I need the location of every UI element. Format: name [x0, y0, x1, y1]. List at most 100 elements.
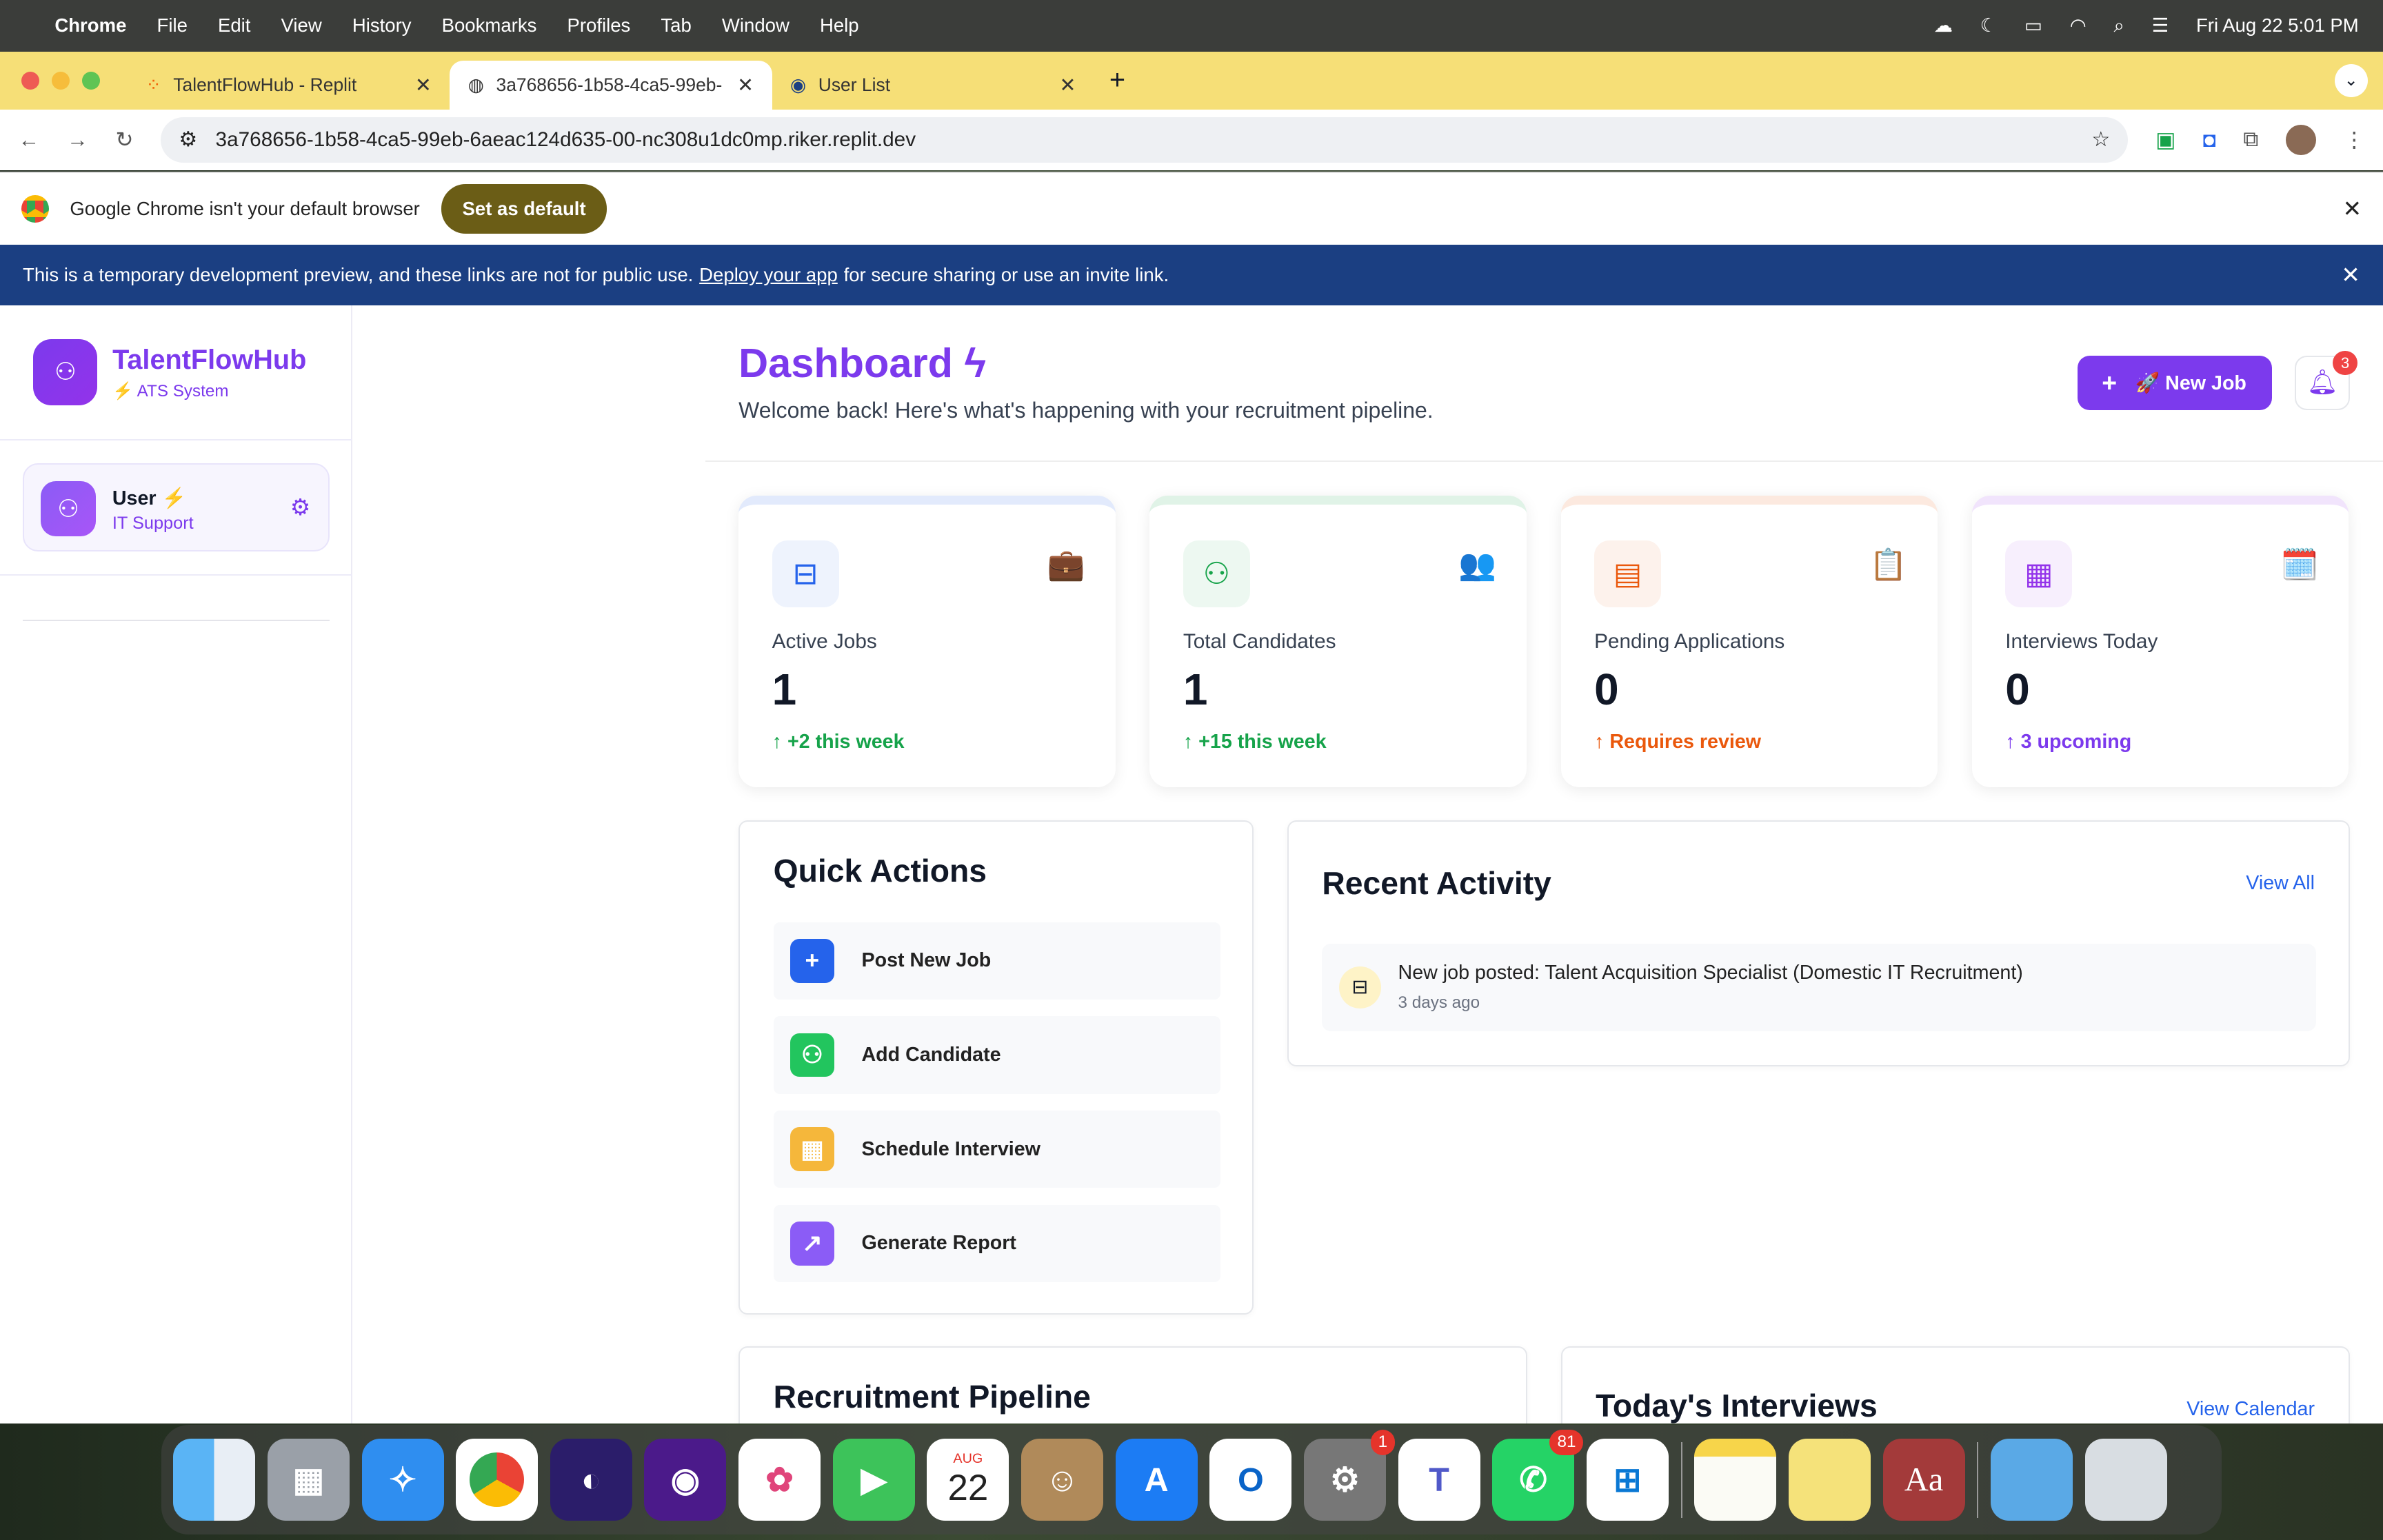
system-settings-icon[interactable]: ⚙ 1 — [1303, 1430, 1396, 1521]
maximize-window-button[interactable] — [81, 71, 101, 90]
stat-card: ▦ 🗓️ Interviews Today 0 ↑ 3 upcoming — [1971, 495, 2349, 787]
chrome-menu-icon[interactable]: ⋮ — [2344, 128, 2365, 152]
settings-gear-icon[interactable]: ⚙ — [290, 494, 311, 521]
control-center-icon[interactable]: ☰ — [2152, 14, 2169, 37]
menu-help[interactable]: Help — [820, 14, 859, 37]
set-default-button[interactable]: Set as default — [441, 184, 607, 234]
notifications-button[interactable]: 🔔︎ 3 — [2295, 350, 2357, 411]
stat-value: 1 — [772, 664, 797, 714]
close-window-button[interactable] — [21, 71, 40, 90]
plus-icon: + — [790, 938, 834, 983]
dictionary-icon[interactable]: Aa — [1882, 1439, 1965, 1521]
brand-name: TalentFlowHub — [112, 345, 307, 376]
site-settings-icon[interactable]: ⚙ — [179, 128, 197, 152]
tab-search-button[interactable]: ⌄ — [2334, 63, 2368, 98]
menu-history[interactable]: History — [352, 14, 412, 37]
quick-action-schedule-interview[interactable]: ▦ Schedule Interview — [773, 1110, 1220, 1188]
firefox-icon[interactable]: ◐ — [550, 1439, 632, 1521]
tab-replit[interactable]: ⁘ TalentFlowHub - Replit ✕ — [128, 61, 450, 110]
new-job-button[interactable]: + 🚀 New Job — [2077, 355, 2273, 411]
menu-bookmarks[interactable]: Bookmarks — [442, 14, 537, 37]
finder-icon[interactable] — [173, 1439, 256, 1521]
stat-emoji-icon: 👥 — [1458, 548, 1496, 582]
menu-view[interactable]: View — [281, 14, 322, 37]
stat-card: ⊟ 💼 Active Jobs 1 ↑ +2 this week — [738, 495, 1116, 787]
battery-icon[interactable]: ▭ — [2024, 14, 2042, 37]
menu-tab[interactable]: Tab — [661, 14, 691, 37]
quick-action-post-new-job[interactable]: + Post New Job — [773, 922, 1220, 1000]
minimize-window-button[interactable] — [51, 71, 70, 90]
forward-button[interactable]: → — [67, 128, 88, 152]
notes-icon[interactable] — [1694, 1439, 1777, 1521]
activity-item[interactable]: ⊟ New job posted: Talent Acquisition Spe… — [1322, 943, 2316, 1032]
user-avatar-icon: ⚇ — [41, 481, 96, 536]
reload-button[interactable]: ↻ — [115, 128, 133, 152]
stat-icon: ⊟ — [772, 540, 839, 608]
tab-preview[interactable]: ◍ 3a768656-1b58-4ca5-99eb- ✕ — [450, 61, 772, 110]
user-card[interactable]: ⚇ User ⚡ IT Support ⚙ — [23, 463, 330, 552]
stat-emoji-icon: 💼 — [1047, 548, 1085, 582]
close-infobar-icon[interactable]: ✕ — [2342, 195, 2362, 223]
search-icon[interactable]: ⌕ — [2113, 14, 2124, 37]
safari-icon[interactable]: ✧ — [361, 1439, 444, 1521]
photos-icon[interactable]: ✿ — [738, 1439, 821, 1521]
tor-icon[interactable]: ◉ — [644, 1439, 727, 1521]
menu-profiles[interactable]: Profiles — [567, 14, 630, 37]
menu-file[interactable]: File — [157, 14, 188, 37]
quick-actions-panel: Quick Actions + Post New Job ⚇ Add Candidat… — [738, 820, 1254, 1315]
chrome-icon[interactable] — [456, 1439, 539, 1521]
briefcase-icon: ⊟ — [1338, 966, 1382, 1009]
back-button[interactable]: ← — [18, 128, 39, 152]
extension-icon[interactable]: ▣ — [2155, 128, 2175, 152]
quick-action-label: Add Candidate — [861, 1044, 1001, 1066]
menu-window[interactable]: Window — [722, 14, 790, 37]
whatsapp-icon[interactable]: ✆ 81 — [1492, 1430, 1584, 1521]
menu-edit[interactable]: Edit — [218, 14, 250, 37]
close-tab-icon[interactable]: ✕ — [737, 73, 754, 97]
outlook-icon[interactable]: O — [1209, 1439, 1292, 1521]
cloud-icon[interactable]: ☁ — [1933, 14, 1953, 37]
url-field[interactable]: ⚙ 3a768656-1b58-4ca5-99eb-6aeac124d635-00… — [160, 116, 2129, 163]
new-tab-button[interactable]: + — [1109, 65, 1125, 96]
extension-chat-icon[interactable]: ◘ — [2203, 128, 2216, 152]
menu-app[interactable]: Chrome — [54, 14, 126, 37]
stickies-icon[interactable] — [1788, 1439, 1871, 1521]
tab-user-list[interactable]: ◉ User List ✕ — [772, 61, 1094, 110]
quick-action-add-candidate[interactable]: ⚇ Add Candidate — [773, 1016, 1220, 1094]
moon-icon[interactable]: ☾ — [1980, 14, 1998, 37]
bell-icon: 🔔︎ — [2306, 368, 2338, 396]
close-tab-icon[interactable]: ✕ — [415, 73, 432, 97]
close-tab-icon[interactable]: ✕ — [1059, 73, 1076, 97]
downloads-folder-icon[interactable] — [1991, 1439, 2073, 1521]
windows-app-icon[interactable]: ⊞ — [1586, 1439, 1669, 1521]
close-banner-icon[interactable]: ✕ — [2341, 261, 2360, 289]
trash-icon[interactable] — [2084, 1439, 2167, 1521]
stat-value: 0 — [1594, 664, 1619, 714]
stat-emoji-icon: 🗓️ — [2280, 548, 2319, 582]
facetime-icon[interactable]: ▶ — [832, 1439, 915, 1521]
quick-action-generate-report[interactable]: ↗ Generate Report — [773, 1204, 1220, 1283]
teams-icon[interactable]: T — [1398, 1439, 1480, 1521]
extensions-puzzle-icon[interactable]: ⧉ — [2243, 127, 2258, 152]
app-store-icon[interactable]: A — [1115, 1439, 1198, 1521]
clock[interactable]: Fri Aug 22 5:01 PM — [2196, 14, 2359, 37]
stat-delta: Requires review — [1609, 730, 1762, 753]
tab-strip: ⁘ TalentFlowHub - Replit ✕ ◍ 3a768656-1b58-… — [0, 51, 2383, 110]
launchpad-icon[interactable]: ▦ — [267, 1439, 350, 1521]
dock-divider — [1977, 1441, 1979, 1518]
sidebar: ⚇ TalentFlowHub ⚡ ATS System ⚇ User ⚡ IT… — [0, 305, 353, 1424]
profile-avatar[interactable] — [2285, 124, 2317, 155]
recent-activity-title: Recent Activity — [1322, 864, 1551, 901]
deploy-link[interactable]: Deploy your app — [699, 264, 838, 286]
wifi-icon[interactable]: ◠ — [2070, 14, 2087, 37]
divider — [0, 438, 353, 440]
contacts-icon[interactable]: ☺ — [1021, 1439, 1104, 1521]
users-logo-icon: ⚇ — [33, 338, 98, 406]
view-all-link[interactable]: View All — [2246, 872, 2315, 895]
dev-preview-banner: This is a temporary development preview,… — [0, 244, 2383, 306]
quick-action-label: Post New Job — [861, 949, 992, 972]
bookmark-star-icon[interactable]: ☆ — [2091, 128, 2110, 152]
calendar-icon[interactable]: AUG 22 — [927, 1439, 1009, 1521]
view-calendar-link[interactable]: View Calendar — [2186, 1398, 2315, 1421]
divider — [0, 574, 353, 576]
